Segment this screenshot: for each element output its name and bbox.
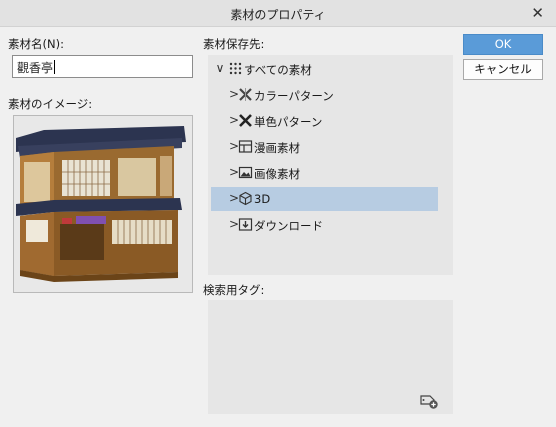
material-name-value: 觀香亭 (17, 61, 54, 75)
name-label: 素材名(N): (8, 37, 64, 51)
manga-icon (238, 140, 253, 153)
close-icon[interactable]: ✕ (531, 5, 544, 21)
tree-item-label: 3D (254, 192, 271, 206)
tree-item-manga[interactable]: > 漫画素材 (211, 135, 438, 159)
ok-button[interactable]: OK (463, 34, 543, 55)
tree-item-label: 単色パターン (254, 115, 323, 129)
dots-grid-icon (229, 62, 242, 75)
tree-item-label: すべての素材 (244, 63, 312, 77)
tree-item-mono-pattern[interactable]: > 単色パターン (211, 109, 438, 133)
tree-item-label: 漫画素材 (254, 141, 300, 155)
location-label: 素材保存先: (203, 37, 265, 51)
add-tag-icon[interactable] (419, 392, 439, 410)
image-icon (238, 166, 253, 179)
mono-pattern-icon (239, 114, 252, 127)
text-caret (54, 60, 56, 74)
storage-location-tree[interactable]: ∨ すべての素材 > カラーパターン > 単色パターン > 漫画素材 > 画像素… (208, 55, 453, 275)
tree-item-all-materials[interactable]: ∨ すべての素材 (211, 57, 438, 81)
color-pattern-icon (239, 88, 252, 101)
tree-item-label: 画像素材 (254, 167, 300, 181)
download-icon (238, 218, 253, 231)
material-name-input[interactable]: 觀香亭 (12, 55, 193, 78)
window-title: 素材のプロパティ (230, 8, 326, 22)
tree-item-label: カラーパターン (254, 89, 334, 103)
cancel-button[interactable]: キャンセル (463, 59, 543, 80)
material-image-preview (13, 115, 193, 293)
image-label: 素材のイメージ: (8, 97, 93, 111)
tree-item-color-pattern[interactable]: > カラーパターン (211, 83, 438, 107)
cube-icon (239, 191, 252, 206)
tree-item-label: ダウンロード (254, 219, 323, 233)
tree-item-3d[interactable]: > 3D (211, 187, 438, 211)
search-tag-area[interactable] (208, 300, 453, 414)
title-bar: 素材のプロパティ ✕ (0, 0, 556, 27)
tree-item-image[interactable]: > 画像素材 (211, 161, 438, 185)
tag-label: 検索用タグ: (203, 283, 265, 297)
tree-item-download[interactable]: > ダウンロード (211, 213, 438, 237)
chevron-down-icon[interactable]: ∨ (215, 61, 225, 75)
building-3d-image (16, 126, 186, 282)
